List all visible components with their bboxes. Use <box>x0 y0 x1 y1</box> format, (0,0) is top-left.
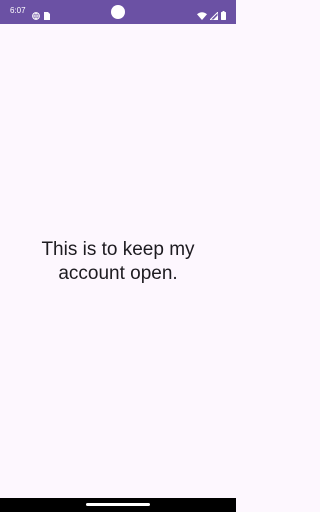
home-gesture-handle[interactable] <box>86 503 150 506</box>
status-bar: 6:07 <box>0 0 236 24</box>
battery-icon <box>221 7 226 25</box>
cellular-signal-icon <box>208 7 219 25</box>
wifi-icon <box>197 7 207 25</box>
message-text: This is to keep my account open. <box>41 239 195 284</box>
status-left-icons <box>32 7 50 25</box>
status-time: 6:07 <box>10 6 26 15</box>
app-screen: 6:07 This is to keep my account open. <box>0 0 236 512</box>
vpn-globe-icon <box>32 7 40 25</box>
sim-card-icon <box>44 7 50 25</box>
navigation-bar <box>0 498 236 512</box>
status-right-icons <box>197 7 226 25</box>
camera-cutout <box>111 5 125 19</box>
main-content: This is to keep my account open. <box>0 24 236 498</box>
